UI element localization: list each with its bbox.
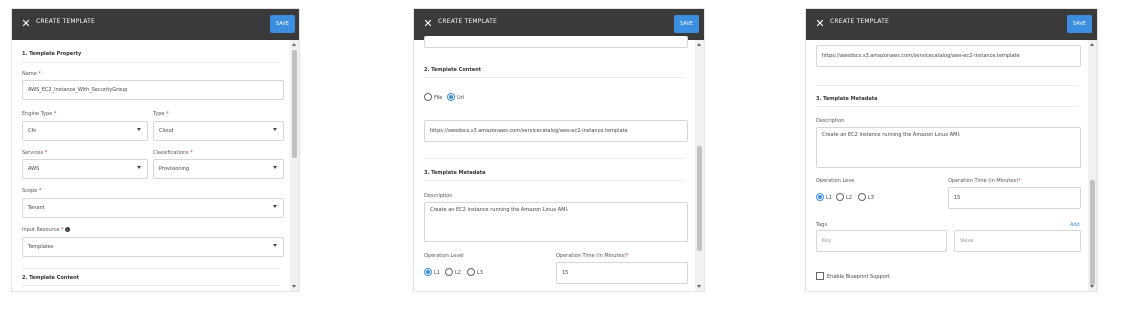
section-title-metadata: 3. Template Metadata bbox=[424, 170, 486, 176]
classifications-label: Classifications * bbox=[153, 150, 193, 156]
tag-value-input[interactable]: Value bbox=[954, 230, 1081, 252]
create-template-panel-1: ✕ CREATE TEMPLATE SAVE 1. Template Prope… bbox=[11, 8, 300, 292]
scope-select[interactable]: Tenant bbox=[22, 198, 284, 218]
type-select[interactable]: Cloud bbox=[153, 121, 284, 141]
create-template-panel-2: ✕ CREATE TEMPLATE SAVE 2. Template Conte… bbox=[413, 8, 705, 292]
scroll-up-icon[interactable] bbox=[292, 43, 296, 46]
description-label: Description bbox=[816, 118, 845, 124]
services-select[interactable]: AWS bbox=[22, 159, 148, 179]
scroll-up-icon[interactable] bbox=[697, 43, 701, 46]
scrollbar[interactable] bbox=[290, 40, 299, 291]
scope-label: Scope * bbox=[22, 188, 42, 194]
divider bbox=[424, 77, 685, 78]
close-icon[interactable]: ✕ bbox=[813, 15, 827, 33]
scrollbar-thumb[interactable] bbox=[697, 146, 702, 251]
close-icon[interactable]: ✕ bbox=[421, 15, 435, 33]
url-field[interactable]: https://awsdocs.s3.amazonaws.com/service… bbox=[816, 45, 1081, 67]
blueprint-label: Enable Blueprint Support bbox=[827, 274, 890, 280]
level-l1-radio[interactable] bbox=[424, 268, 432, 276]
tag-key-input[interactable]: Key bbox=[816, 230, 947, 252]
create-template-panel-3: ✕ CREATE TEMPLATE SAVE https://awsdocs.s… bbox=[805, 8, 1098, 292]
blueprint-checkbox[interactable] bbox=[816, 272, 824, 280]
dialog-title: CREATE TEMPLATE bbox=[36, 18, 95, 25]
chevron-down-icon bbox=[273, 244, 277, 247]
section-title-metadata: 3. Template Metadata bbox=[816, 96, 878, 102]
form-content: 2. Template Content File Url https://aws… bbox=[414, 36, 695, 291]
close-icon[interactable]: ✕ bbox=[19, 15, 33, 33]
name-label: Name * bbox=[22, 71, 41, 77]
description-field[interactable]: Create an EC2 instance running the Amazo… bbox=[816, 127, 1081, 168]
services-label: Services * bbox=[22, 150, 48, 156]
scroll-down-icon[interactable] bbox=[292, 285, 296, 288]
level-l2-label: L2 bbox=[455, 270, 461, 276]
divider bbox=[22, 268, 280, 269]
engine-type-label: Engine Type * bbox=[22, 111, 57, 117]
input-resource-select[interactable]: Templates bbox=[22, 237, 284, 257]
scrollbar-thumb[interactable] bbox=[292, 50, 297, 158]
scroll-up-icon[interactable] bbox=[1090, 43, 1094, 46]
divider bbox=[22, 285, 280, 286]
divider bbox=[424, 158, 685, 159]
chevron-down-icon bbox=[273, 128, 277, 131]
engine-type-select[interactable]: Cfn bbox=[22, 121, 148, 141]
url-field[interactable]: https://awsdocs.s3.amazonaws.com/service… bbox=[424, 120, 688, 142]
add-tag-link[interactable]: Add bbox=[1070, 222, 1080, 228]
section-title-content: 2. Template Content bbox=[22, 275, 80, 281]
chevron-down-icon bbox=[273, 205, 277, 208]
chevron-down-icon bbox=[137, 128, 141, 131]
divider bbox=[816, 85, 1078, 86]
description-label: Description bbox=[424, 193, 453, 199]
operation-time-label: Operation Time (in Minutes)* bbox=[948, 178, 1021, 184]
scrollbar[interactable] bbox=[1088, 40, 1097, 291]
form-content: https://awsdocs.s3.amazonaws.com/service… bbox=[806, 40, 1088, 291]
operation-level-label: Operation Level bbox=[424, 253, 464, 259]
dialog-title: CREATE TEMPLATE bbox=[830, 18, 889, 25]
chevron-down-icon bbox=[273, 166, 277, 169]
name-field[interactable]: AWS_EC2_Instance_With_SecurityGroup bbox=[22, 80, 284, 100]
input-resource-label: Input Resource * i bbox=[22, 227, 70, 233]
level-l3-label: L3 bbox=[477, 270, 483, 276]
level-l3-label: L3 bbox=[868, 195, 874, 201]
level-l3-radio[interactable] bbox=[858, 193, 866, 201]
dialog-header: ✕ CREATE TEMPLATE SAVE bbox=[12, 9, 299, 40]
level-l1-label: L1 bbox=[434, 270, 440, 276]
divider bbox=[816, 106, 1078, 107]
url-radio-label: Url bbox=[457, 95, 465, 101]
description-field[interactable]: Create an EC2 instance running the Amazo… bbox=[424, 202, 688, 242]
scroll-down-icon[interactable] bbox=[1090, 285, 1094, 288]
scroll-down-icon[interactable] bbox=[697, 285, 701, 288]
dialog-title: CREATE TEMPLATE bbox=[438, 18, 497, 25]
section-title-content: 2. Template Content bbox=[424, 67, 482, 73]
divider bbox=[22, 62, 280, 63]
level-l2-radio[interactable] bbox=[836, 193, 844, 201]
level-l2-radio[interactable] bbox=[445, 268, 453, 276]
save-button[interactable]: SAVE bbox=[1067, 15, 1092, 33]
scrolled-field-edge bbox=[424, 36, 688, 48]
scrollbar-thumb[interactable] bbox=[1090, 180, 1095, 285]
level-l1-label: L1 bbox=[826, 195, 832, 201]
section-title-property: 1. Template Property bbox=[22, 51, 82, 57]
file-radio[interactable] bbox=[424, 93, 432, 101]
scrollbar[interactable] bbox=[695, 40, 704, 291]
save-button[interactable]: SAVE bbox=[674, 15, 699, 33]
classifications-select[interactable]: Provisioning bbox=[153, 159, 284, 179]
save-button[interactable]: SAVE bbox=[270, 15, 295, 33]
info-icon[interactable]: i bbox=[64, 227, 70, 232]
divider bbox=[424, 180, 685, 181]
type-label: Type * bbox=[153, 111, 169, 117]
level-l3-radio[interactable] bbox=[467, 268, 475, 276]
dialog-header: ✕ CREATE TEMPLATE SAVE bbox=[806, 9, 1097, 40]
chevron-down-icon bbox=[137, 166, 141, 169]
operation-time-label: Operation Time (in Minutes)* bbox=[556, 253, 629, 259]
level-l2-label: L2 bbox=[846, 195, 852, 201]
url-radio[interactable] bbox=[447, 93, 455, 101]
operation-time-field[interactable]: 15 bbox=[556, 262, 688, 284]
form-content: 1. Template Property Name * AWS_EC2_Inst… bbox=[12, 40, 290, 291]
level-l1-radio[interactable] bbox=[816, 193, 824, 201]
operation-level-label: Operation Leve bbox=[816, 178, 855, 184]
file-radio-label: File bbox=[434, 95, 443, 101]
tags-label: Tags bbox=[816, 222, 828, 228]
operation-time-field[interactable]: 15 bbox=[948, 187, 1081, 209]
